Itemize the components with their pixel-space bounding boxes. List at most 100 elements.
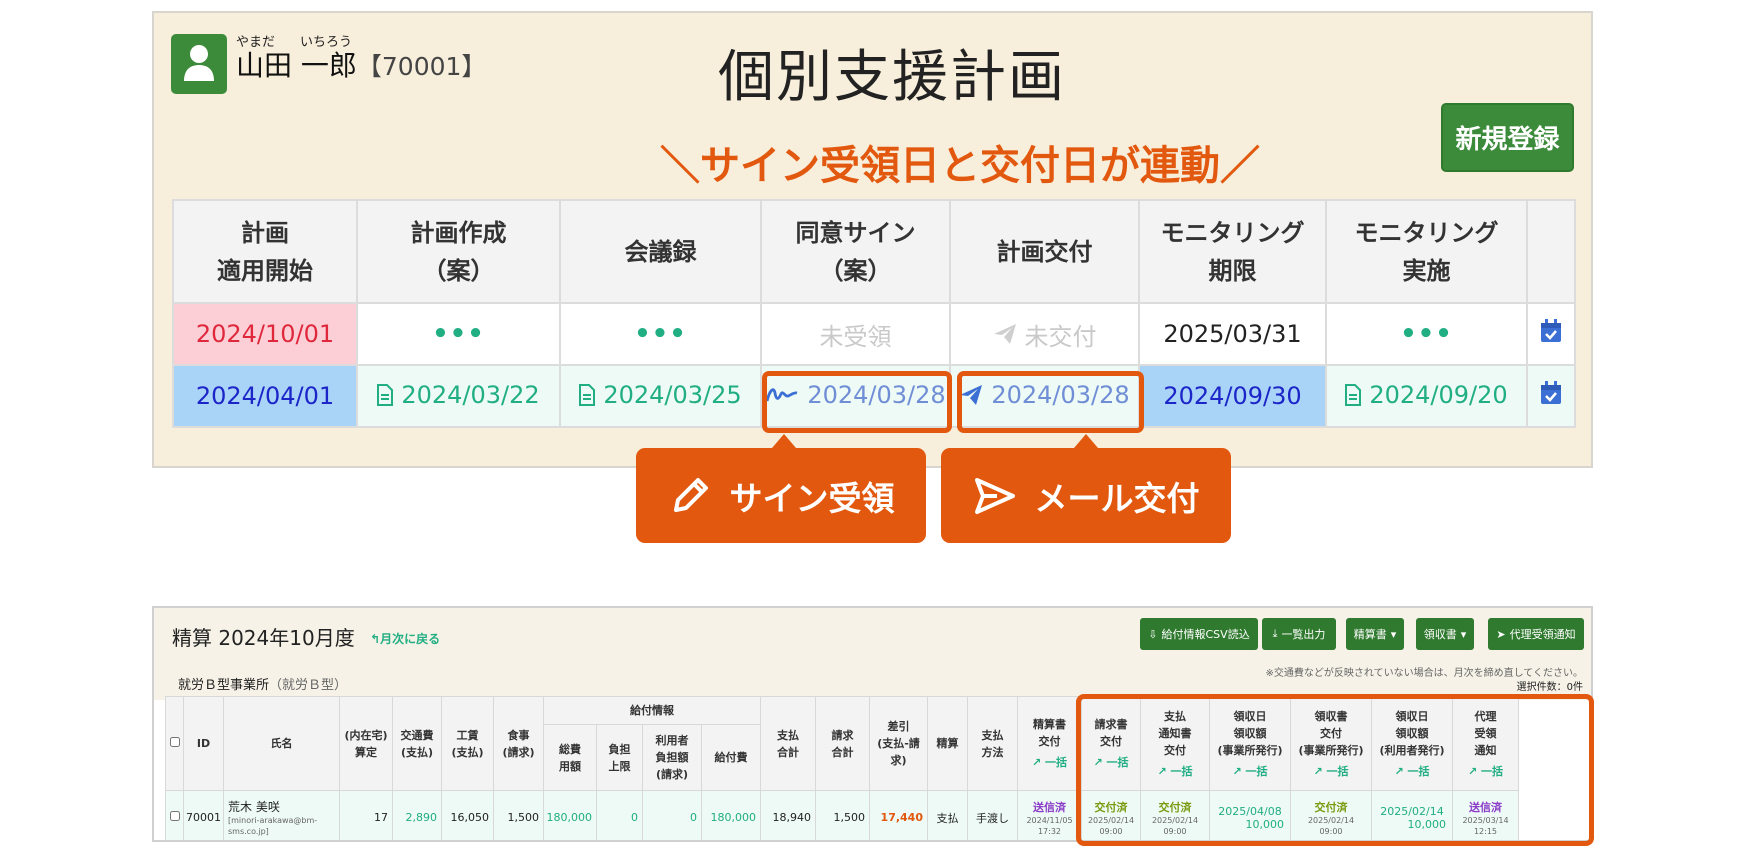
minutes-date-text: 2024/03/25 [603, 380, 742, 409]
header-diff: 差引 (支払-請 求) [869, 696, 928, 791]
document-icon [579, 383, 596, 406]
user-id: 【70001】 [356, 52, 487, 81]
row-diff: 17,440 [869, 790, 928, 840]
row-settle: 支払 [927, 790, 968, 840]
document-icon [377, 383, 394, 406]
header-wage: 工賃 (支払) [441, 696, 494, 791]
row-transport: 2,890 [392, 790, 442, 840]
export-list-label: 一覧出力 [1281, 628, 1326, 641]
plan-start-date: 2024/04/01 [172, 364, 358, 428]
row-name-text: 荒木 美咲 [228, 800, 280, 814]
receipt-dropdown[interactable]: 領収書 ▾ [1416, 618, 1474, 650]
more-dots-icon[interactable]: ••• [634, 319, 687, 349]
bulk-link[interactable]: ↗ 一括 [1018, 754, 1081, 771]
statement-status-text: 送信済 [1033, 800, 1066, 814]
mail-delivery-button[interactable]: メール交付 [941, 448, 1231, 543]
minutes-date[interactable]: 2024/03/25 [559, 364, 762, 428]
monitoring-deadline: 2024/09/30 [1138, 364, 1327, 428]
user-icon [184, 45, 214, 81]
header-benefit-group: 給付情報 [543, 696, 761, 725]
more-dots-icon[interactable]: ••• [1400, 319, 1453, 349]
user-name: 山田 一郎【70001】 [236, 44, 486, 84]
delivery-date-highlight [957, 371, 1144, 433]
send-icon [974, 477, 1015, 514]
csv-import-button[interactable]: ⇩ 給付情報CSV読込 [1140, 618, 1258, 650]
header-id: ID [183, 696, 224, 791]
return-arrow-icon: ↰ [370, 632, 381, 646]
sign-pointer [772, 434, 796, 448]
calendar-button[interactable] [1526, 302, 1576, 366]
document-columns-highlight [1076, 694, 1594, 846]
office-type: （就労Ｂ型） [269, 678, 348, 693]
statement-dropdown[interactable]: 精算書 ▾ [1346, 618, 1404, 650]
monitoring-deadline: 2025/03/31 [1138, 302, 1327, 366]
row-id: 70001 [183, 790, 224, 840]
caret-down-icon: ▾ [1460, 627, 1467, 641]
statement-time: 17:32 [1037, 826, 1062, 836]
row-total-cost: 180,000 [543, 790, 597, 840]
proxy-notice-button[interactable]: ➤ 代理受領通知 [1488, 618, 1584, 650]
row-statement-status[interactable]: 送信済 2024/11/05 17:32 [1017, 790, 1082, 840]
monitoring-done-date-text: 2024/09/20 [1369, 380, 1508, 409]
header-home: (内在宅) 算定 [339, 696, 393, 791]
statement-label: 精算書 [1353, 628, 1387, 641]
export-list-button[interactable]: ⤓ 一覧出力 [1262, 618, 1336, 650]
monitoring-done-more[interactable]: ••• [1325, 302, 1528, 366]
settlement-note: ※交通費などが反映されていない場合は、月次を締め直してください。選択件数：0件 [1266, 667, 1583, 695]
header-meal: 食事 (請求) [493, 696, 544, 791]
calendar-button[interactable] [1526, 364, 1576, 428]
callout-banner: ＼サイン受領日と交付日が連動／ [660, 143, 1260, 189]
pencil-icon [673, 477, 708, 512]
settlement-title: 精算 2024年10月度 [172, 626, 355, 650]
table-header-row: 計画 適用開始 計画作成 （案） 会議録 同意サイン （案） 計画交付 モニタリング期… [172, 199, 1576, 304]
statement-date: 2024/11/05 [1026, 815, 1073, 825]
row-email: [minori-arakawa@bm-sms.co.jp] [228, 816, 318, 836]
csv-import-label: 給付情報CSV読込 [1161, 628, 1250, 641]
note-text: ※交通費などが反映されていない場合は、月次を締め直してください。 [1265, 668, 1583, 679]
new-registration-button[interactable]: 新規登録 [1441, 103, 1574, 172]
sign-date-highlight [762, 371, 952, 433]
row-burden-cap: 0 [596, 790, 643, 840]
selected-count: 選択件数：0件 [1516, 682, 1583, 693]
back-to-monthly-text: 月次に戻る [380, 632, 441, 646]
header-name: 氏名 [223, 696, 340, 791]
row-select-cell[interactable] [165, 790, 184, 840]
sign-receive-button[interactable]: サイン受領 [636, 448, 926, 543]
select-all-cell[interactable] [165, 696, 184, 791]
row-home: 17 [339, 790, 393, 840]
row-pay-total: 18,940 [760, 790, 816, 840]
receipt-label: 領収書 [1423, 628, 1457, 641]
sign-receive-label: サイン受領 [729, 478, 895, 518]
header-monitoring-done: モニタリング 実施 [1325, 199, 1528, 304]
plan-start-date: 2024/10/01 [172, 302, 358, 366]
sign-status[interactable]: 未受領 [760, 302, 951, 366]
row-user-burden: 0 [642, 790, 702, 840]
proxy-notice-label: 代理受領通知 [1509, 628, 1576, 641]
row-wage: 16,050 [441, 790, 494, 840]
plan-draft-date-text: 2024/03/22 [401, 380, 540, 409]
row-pay-method: 手渡し [967, 790, 1018, 840]
delivery-status[interactable]: 未交付 [949, 302, 1140, 366]
header-statement-delivery: 精算書 交付 ↗ 一括 [1017, 696, 1082, 791]
table-row: 2024/10/01 ••• ••• 未受領 未交付 2025/03/31 ••… [172, 302, 1576, 366]
delivery-pointer [1074, 434, 1098, 448]
plan-draft-more[interactable]: ••• [356, 302, 561, 366]
monitoring-done-date[interactable]: 2024/09/20 [1325, 364, 1528, 428]
calendar-check-icon[interactable] [1540, 319, 1562, 343]
calendar-check-icon[interactable] [1540, 381, 1562, 405]
select-all-checkbox[interactable] [169, 737, 180, 747]
office-name: 就労Ｂ型事業所（就労Ｂ型） [178, 674, 347, 693]
back-to-monthly-link[interactable]: ↰月次に戻る [370, 630, 440, 647]
row-checkbox[interactable] [169, 811, 180, 821]
plan-draft-date[interactable]: 2024/03/22 [356, 364, 561, 428]
user-avatar [171, 34, 227, 94]
more-dots-icon[interactable]: ••• [432, 319, 485, 349]
header-plan-delivery: 計画交付 [949, 199, 1140, 304]
row-name[interactable]: 荒木 美咲 [minori-arakawa@bm-sms.co.jp] [223, 790, 340, 840]
delivery-status-text: 未交付 [1024, 322, 1097, 351]
header-minutes: 会議録 [559, 199, 762, 304]
file-import-icon: ⇩ [1148, 627, 1158, 641]
header-transport: 交通費 (支払) [392, 696, 442, 791]
page-title: 個別支援計画 [718, 45, 1066, 110]
minutes-more[interactable]: ••• [559, 302, 762, 366]
